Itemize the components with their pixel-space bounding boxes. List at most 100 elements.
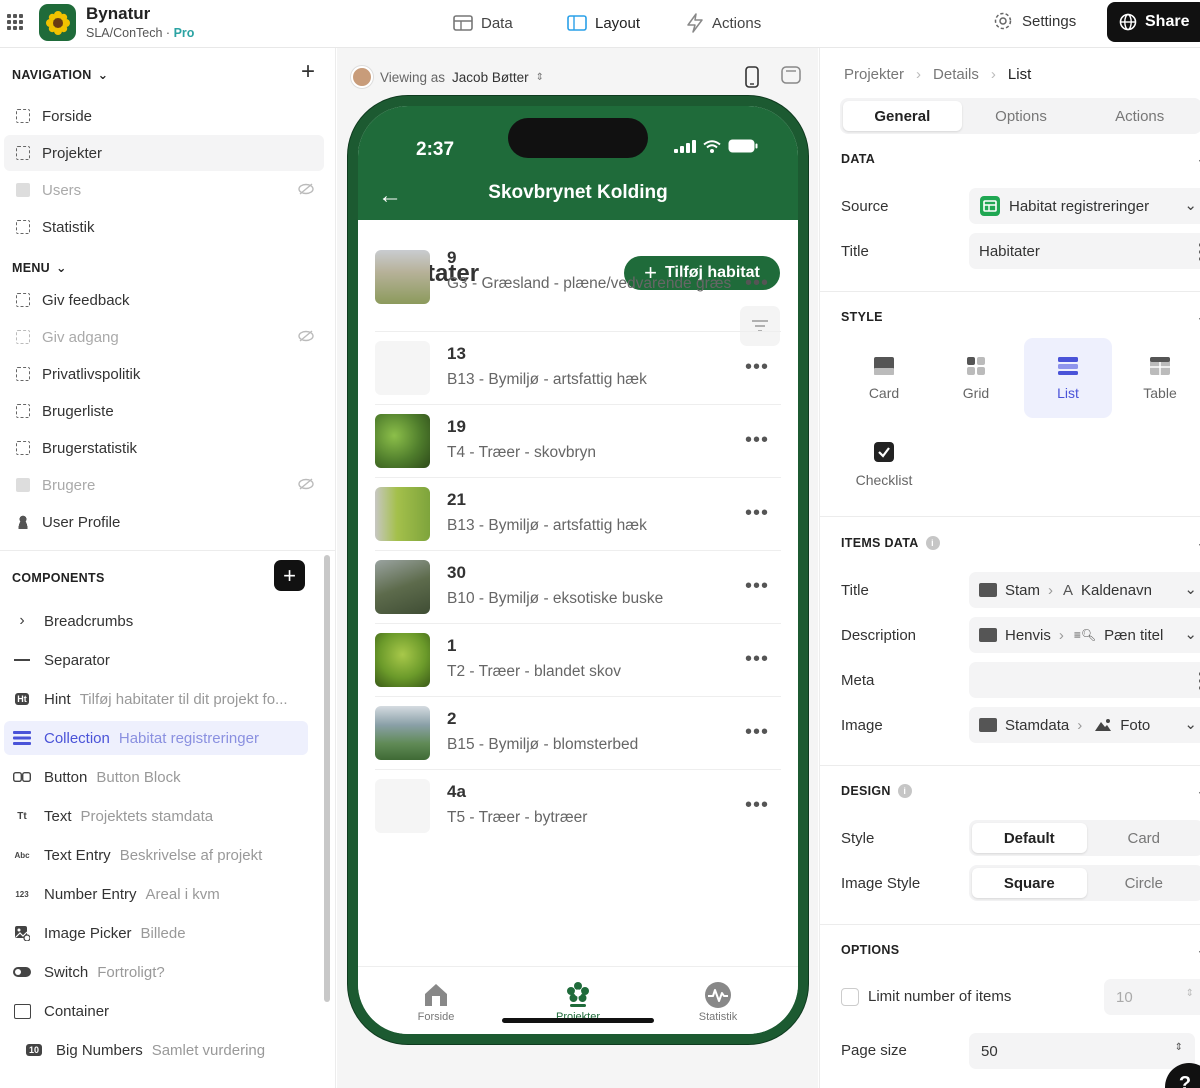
menu-item-brugere[interactable]: Brugere <box>4 467 324 503</box>
more-icon[interactable]: ••• <box>745 272 769 295</box>
menu-section-header[interactable]: MENU ⌄ <box>12 260 67 276</box>
panel-tabs: General Options Actions <box>840 98 1200 134</box>
style-option-grid[interactable]: Grid <box>932 338 1020 418</box>
dashed-square-icon <box>16 441 30 455</box>
list-item[interactable]: 13 B13 - Bymiljø - artsfattig hæk ••• <box>375 332 781 405</box>
component-hint[interactable]: Ht Hint Tilføj habitater til dit projekt f… <box>4 682 308 716</box>
dashed-square-icon <box>16 404 30 418</box>
tab-options[interactable]: Options <box>962 101 1081 131</box>
nav-item-users[interactable]: Users <box>4 172 324 208</box>
add-component-button[interactable]: + <box>274 560 305 591</box>
component-collection[interactable]: Collection Habitat registreringer <box>4 721 308 755</box>
title-field[interactable]: Habitater <box>969 233 1200 269</box>
component-button[interactable]: Button Button Block <box>4 760 308 794</box>
more-icon[interactable]: ••• <box>745 502 769 525</box>
menu-item-brugerliste[interactable]: Brugerliste <box>4 393 324 429</box>
app-logo-icon[interactable] <box>39 4 76 41</box>
tab-data[interactable]: Data <box>453 11 513 35</box>
page-size-input[interactable]: 50 ⇕ <box>969 1033 1195 1069</box>
style-option-card[interactable]: Card <box>840 338 928 418</box>
component-text[interactable]: Tt Text Projektets stamdata <box>4 799 308 833</box>
breadcrumb-projekter[interactable]: Projekter <box>844 66 904 83</box>
sidebar-scrollbar[interactable] <box>324 555 330 1002</box>
chevron-down-icon: ⌄ <box>1197 536 1200 550</box>
more-icon[interactable]: ••• <box>745 648 769 671</box>
design-style-default[interactable]: Default <box>972 823 1087 853</box>
chevron-down-icon: ⌄ <box>1197 943 1200 957</box>
item-title-select[interactable]: Stam › A Kaldenavn ⌄ <box>969 572 1200 608</box>
viewing-as-selector[interactable]: Viewing as Jacob Bøtter ⇕ <box>351 66 544 88</box>
limit-items-input[interactable]: 10 ⇕ <box>1104 979 1200 1015</box>
habitat-thumbnail <box>375 779 430 833</box>
component-text-entry[interactable]: Abc Text Entry Beskrivelse af projekt <box>4 838 308 872</box>
component-breadcrumbs[interactable]: › Breadcrumbs <box>4 604 308 638</box>
image-style-square[interactable]: Square <box>972 868 1087 898</box>
style-option-checklist[interactable]: Checklist <box>840 424 928 504</box>
tab-actions[interactable]: Actions <box>686 11 761 35</box>
style-section-header[interactable]: STYLE⌄ <box>841 310 1200 324</box>
navigation-section-header[interactable]: NAVIGATION ⌄ <box>12 67 109 83</box>
menu-item-giv-feedback[interactable]: Giv feedback <box>4 282 324 318</box>
image-picker-icon <box>12 925 32 941</box>
meta-field[interactable] <box>969 662 1200 698</box>
component-container[interactable]: Container <box>4 994 308 1028</box>
nav-item-statistik[interactable]: Statistik <box>4 209 324 245</box>
nav-item-projekter[interactable]: Projekter <box>4 135 324 171</box>
list-item[interactable]: 19 T4 - Træer - skovbryn ••• <box>375 405 781 478</box>
meta-label: Meta <box>841 672 875 689</box>
apps-grid-icon[interactable] <box>7 14 23 30</box>
breadcrumb-details[interactable]: Details <box>933 66 979 83</box>
list-item[interactable]: 2 B15 - Bymiljø - blomsterbed ••• <box>375 697 781 770</box>
list-item[interactable]: 4a T5 - Træer - bytræer ••• <box>375 770 781 843</box>
status-time: 2:37 <box>416 139 455 160</box>
description-select[interactable]: Henvis › ≡🔍︎ Pæn titel ⌄ <box>969 617 1200 653</box>
tab-general[interactable]: General <box>843 101 962 131</box>
chevron-down-icon: ⌄ <box>97 68 109 82</box>
nav-item-forside[interactable]: Forside <box>4 98 324 134</box>
more-icon[interactable]: ••• <box>745 794 769 817</box>
component-image-picker[interactable]: Image Picker Billede <box>4 916 308 950</box>
settings-button[interactable]: Settings <box>993 11 1076 31</box>
more-icon[interactable]: ••• <box>745 356 769 379</box>
share-button[interactable]: Share <box>1107 2 1200 42</box>
more-icon[interactable]: ••• <box>745 429 769 452</box>
phone-icon[interactable] <box>745 66 759 88</box>
eye-off-icon[interactable] <box>298 478 314 490</box>
list-item[interactable]: 1 T2 - Træer - blandet skov ••• <box>375 624 781 697</box>
style-option-list[interactable]: List <box>1024 338 1112 418</box>
menu-item-brugerstatistik[interactable]: Brugerstatistik <box>4 430 324 466</box>
options-section-header[interactable]: OPTIONS⌄ <box>841 943 1200 957</box>
design-style-card[interactable]: Card <box>1087 823 1200 853</box>
bottom-nav-forside[interactable]: Forside <box>376 981 496 1023</box>
list-item[interactable]: 9 G3 - Græsland - plæne/vedvarende græs … <box>375 242 781 332</box>
style-option-table[interactable]: Table <box>1116 338 1200 418</box>
add-screen-button[interactable]: + <box>301 60 315 84</box>
menu-item-privatlivspolitik[interactable]: Privatlivspolitik <box>4 356 324 392</box>
items-data-section-header[interactable]: ITEMS DATAi⌄ <box>841 536 1200 550</box>
list-item[interactable]: 21 B13 - Bymiljø - artsfattig hæk ••• <box>375 478 781 551</box>
more-icon[interactable]: ••• <box>745 721 769 744</box>
component-number-entry[interactable]: 123 Number Entry Areal i kvm <box>4 877 308 911</box>
design-section-header[interactable]: DESIGNi⌄ <box>841 784 1200 798</box>
menu-item-giv-adgang[interactable]: Giv adgang <box>4 319 324 355</box>
image-select[interactable]: Stamdata › Foto ⌄ <box>969 707 1200 743</box>
data-section-header[interactable]: DATA⌄ <box>841 152 1200 166</box>
bottom-nav-projekter[interactable]: Projekter <box>518 981 638 1023</box>
more-icon[interactable]: ••• <box>745 575 769 598</box>
bottom-nav-statistik[interactable]: Statistik <box>658 981 778 1023</box>
chevron-down-icon: ⌄ <box>1184 581 1197 598</box>
chevron-down-icon: ⌄ <box>56 261 67 275</box>
menu-item-user-profile[interactable]: User Profile <box>4 504 324 540</box>
component-switch[interactable]: Switch Fortroligt? <box>4 955 308 989</box>
limit-items-checkbox[interactable] <box>841 988 859 1006</box>
eye-off-icon[interactable] <box>298 183 314 195</box>
image-style-circle[interactable]: Circle <box>1087 868 1200 898</box>
component-big-numbers[interactable]: 10 Big Numbers Samlet vurdering <box>4 1033 308 1067</box>
tablet-icon[interactable] <box>781 66 801 84</box>
source-select[interactable]: Habitat registreringer ⌄ <box>969 188 1200 224</box>
component-separator[interactable]: Separator <box>4 643 308 677</box>
tab-layout[interactable]: Layout <box>567 11 640 35</box>
tab-actions[interactable]: Actions <box>1080 101 1199 131</box>
eye-off-icon[interactable] <box>298 330 314 342</box>
list-item[interactable]: 30 B10 - Bymiljø - eksotiske buske ••• <box>375 551 781 624</box>
